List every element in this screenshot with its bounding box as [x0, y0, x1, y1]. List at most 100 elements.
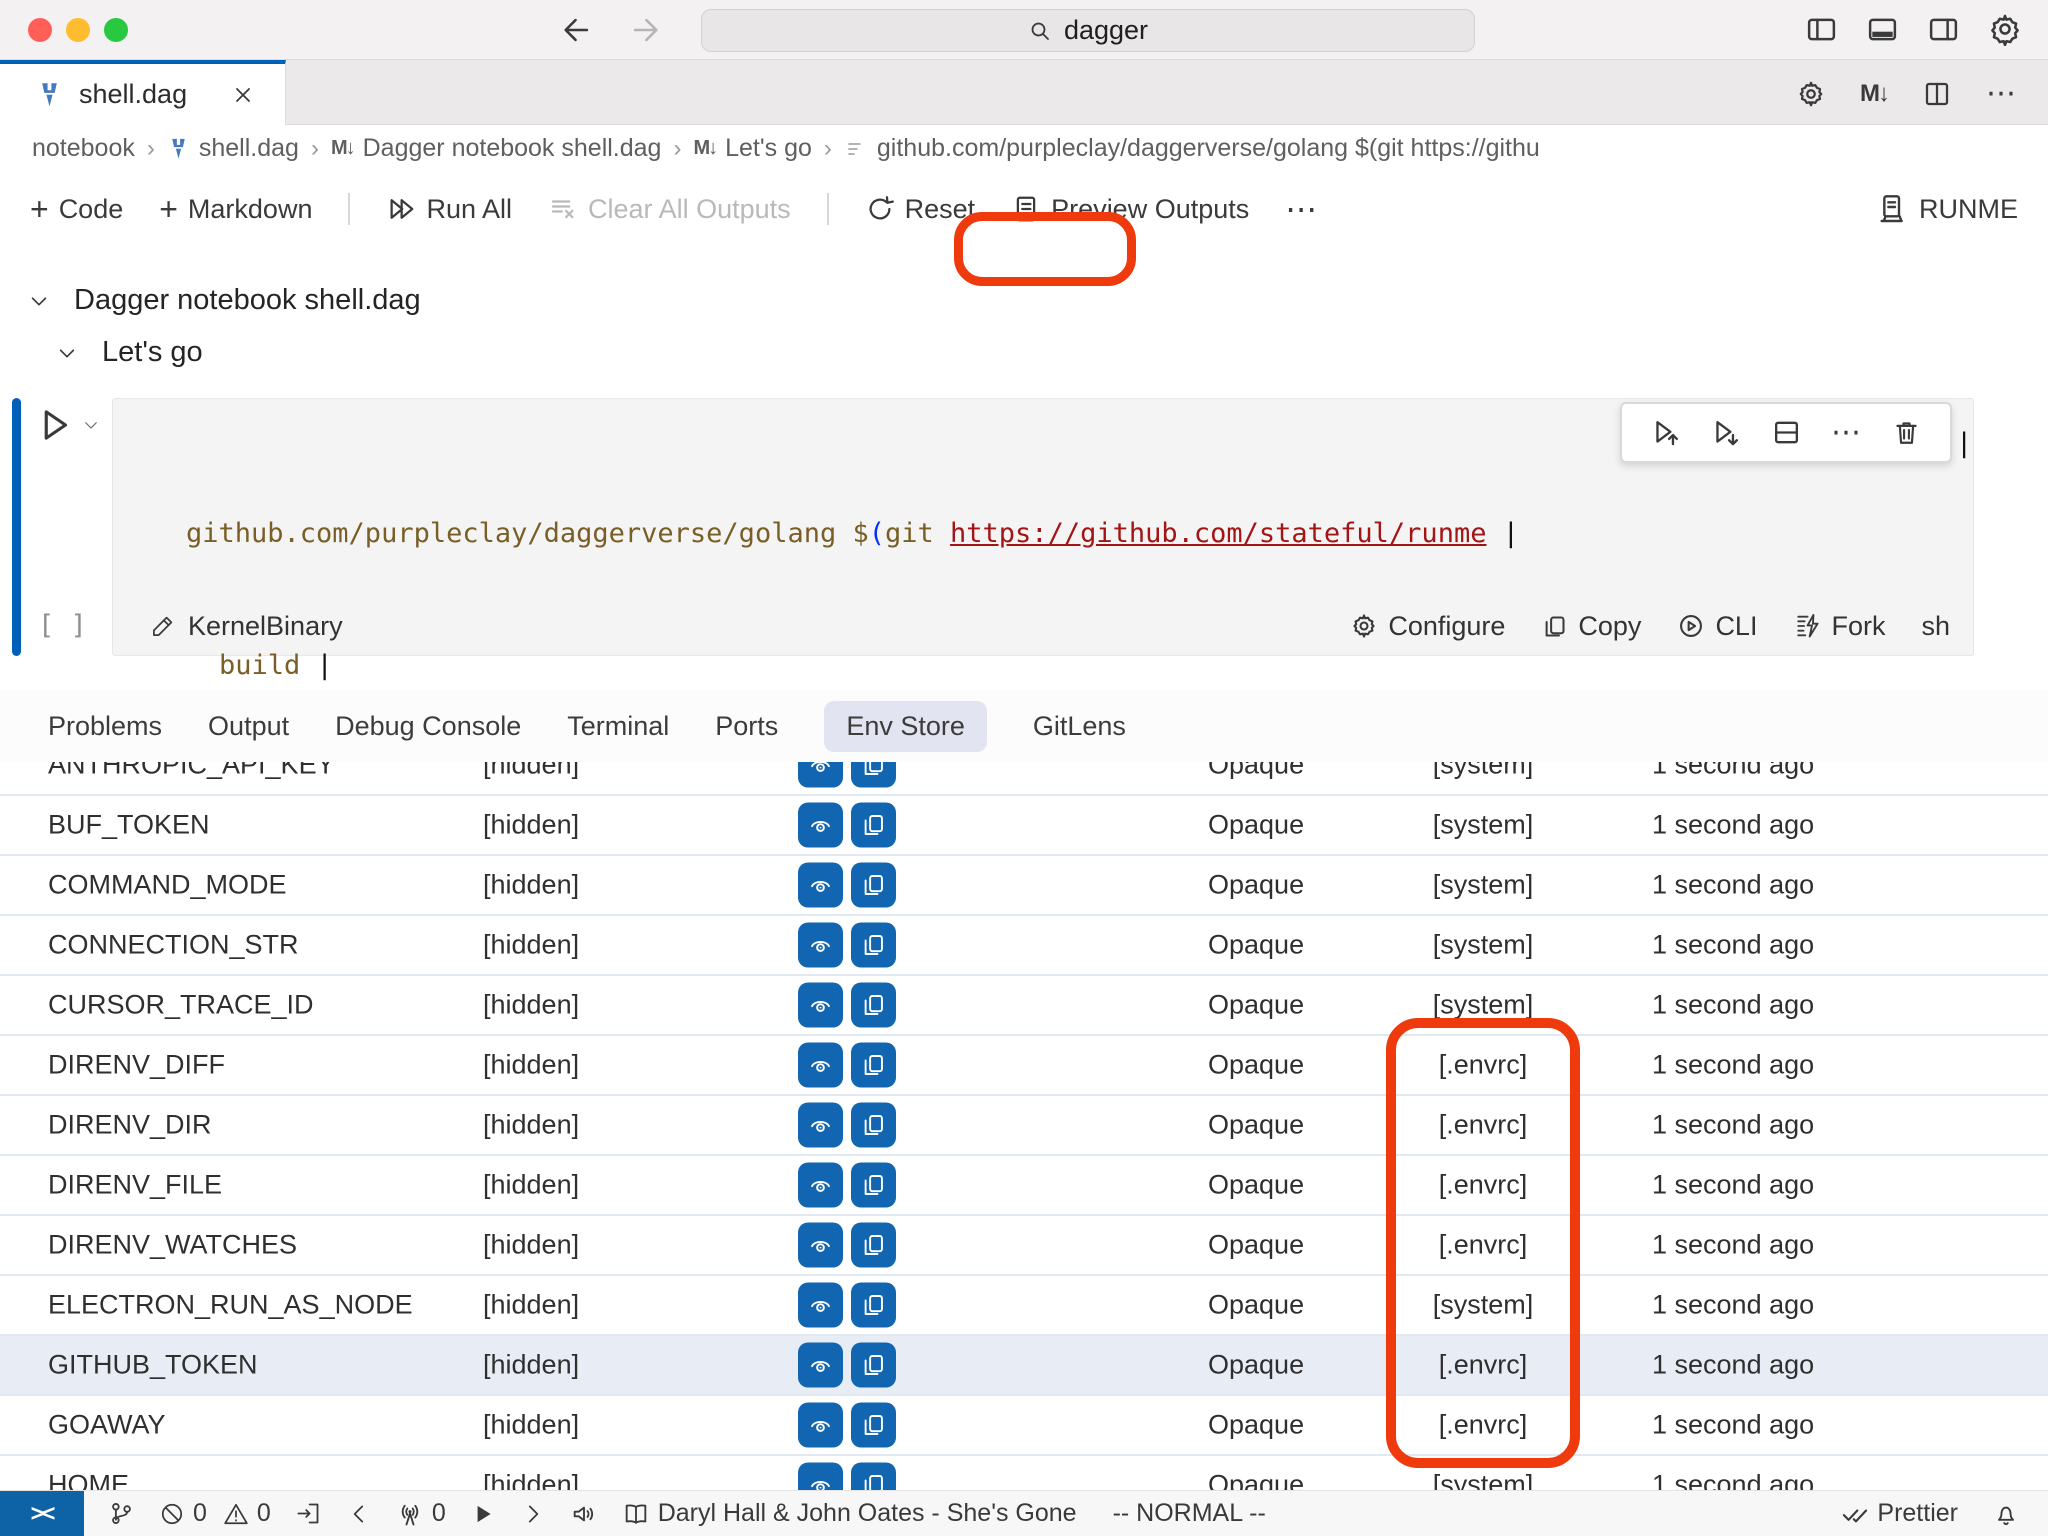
- volume-status-button[interactable]: [570, 1500, 598, 1528]
- toolbar-more-actions[interactable]: ⋯: [1285, 190, 1320, 228]
- configure-button[interactable]: Configure: [1350, 611, 1505, 642]
- copy-cell-button[interactable]: Copy: [1541, 611, 1641, 642]
- copy-value-button[interactable]: [851, 1403, 896, 1448]
- toggle-panel-icon[interactable]: [1866, 13, 1899, 46]
- reveal-value-button[interactable]: [798, 1343, 843, 1388]
- execute-above-icon[interactable]: [1651, 417, 1682, 448]
- zoom-window-button[interactable]: [104, 18, 128, 42]
- notifications-bell-icon[interactable]: [1992, 1500, 2020, 1528]
- problems-status[interactable]: 0 0: [159, 1499, 271, 1528]
- reveal-value-button[interactable]: [798, 762, 843, 788]
- breadcrumb-lets-go[interactable]: M↓ Let's go: [693, 134, 811, 163]
- copy-value-button[interactable]: [851, 1283, 896, 1328]
- add-markdown-cell-button[interactable]: +Markdown: [159, 193, 312, 225]
- notebook-subsection-heading[interactable]: Let's go: [56, 336, 203, 369]
- copy-value-button[interactable]: [851, 1343, 896, 1388]
- reveal-value-button[interactable]: [798, 983, 843, 1028]
- panel-tab-terminal[interactable]: Terminal: [567, 711, 669, 742]
- panel-tab-env-store[interactable]: Env Store: [824, 701, 987, 752]
- reveal-value-button[interactable]: [798, 803, 843, 848]
- copy-value-button[interactable]: [851, 863, 896, 908]
- command-center-search[interactable]: dagger: [701, 9, 1475, 52]
- more-actions-icon[interactable]: ⋯: [1986, 76, 2018, 111]
- reveal-value-button[interactable]: [798, 1043, 843, 1088]
- preview-outputs-button[interactable]: Preview Outputs: [1011, 194, 1249, 225]
- cell-language[interactable]: sh: [1921, 611, 1950, 642]
- table-row[interactable]: CONNECTION_STR [hidden] Opaque [system] …: [0, 916, 2048, 976]
- toggle-sidebar-left-icon[interactable]: [1805, 13, 1838, 46]
- tab-shell-dag[interactable]: shell.dag: [0, 60, 286, 125]
- copy-value-button[interactable]: [851, 1463, 896, 1491]
- markdown-export-icon[interactable]: M↓: [1860, 80, 1888, 108]
- copy-value-button[interactable]: [851, 1163, 896, 1208]
- run-options-chevron-icon[interactable]: [82, 416, 100, 434]
- reveal-value-button[interactable]: [798, 1163, 843, 1208]
- back-arrow-icon[interactable]: [560, 13, 594, 47]
- copy-value-button[interactable]: [851, 983, 896, 1028]
- breadcrumb-notebook[interactable]: notebook: [32, 134, 135, 163]
- copy-value-button[interactable]: [851, 1043, 896, 1088]
- source-control-graph-button[interactable]: [108, 1500, 135, 1527]
- table-row[interactable]: CURSOR_TRACE_ID [hidden] Opaque [system]…: [0, 976, 2048, 1036]
- close-window-button[interactable]: [28, 18, 52, 42]
- panel-tab-output[interactable]: Output: [208, 711, 289, 742]
- copy-value-button[interactable]: [851, 1103, 896, 1148]
- table-row[interactable]: DIRENV_WATCHES [hidden] Opaque [.envrc] …: [0, 1216, 2048, 1276]
- breadcrumb-code-cell[interactable]: github.com/purpleclay/daggerverse/golang…: [844, 134, 1540, 163]
- split-cell-icon[interactable]: [1771, 417, 1802, 448]
- reveal-value-button[interactable]: [798, 1403, 843, 1448]
- table-row[interactable]: DIRENV_FILE [hidden] Opaque [.envrc] 1 s…: [0, 1156, 2048, 1216]
- kernel-selector[interactable]: KernelBinary: [150, 611, 343, 642]
- table-row[interactable]: BUF_TOKEN [hidden] Opaque [system] 1 sec…: [0, 796, 2048, 856]
- add-code-cell-button[interactable]: +Code: [30, 193, 123, 225]
- cli-button[interactable]: CLI: [1677, 611, 1757, 642]
- panel-tab-gitlens[interactable]: GitLens: [1033, 711, 1126, 742]
- prettier-status[interactable]: Prettier: [1841, 1499, 1958, 1528]
- table-row[interactable]: ELECTRON_RUN_AS_NODE [hidden] Opaque [sy…: [0, 1276, 2048, 1336]
- minimize-window-button[interactable]: [66, 18, 90, 42]
- table-row[interactable]: GOAWAY [hidden] Opaque [.envrc] 1 second…: [0, 1396, 2048, 1456]
- navigate-forward-status-button[interactable]: [520, 1501, 546, 1527]
- copy-value-button[interactable]: [851, 1223, 896, 1268]
- toggle-sidebar-right-icon[interactable]: [1927, 13, 1960, 46]
- panel-toggle-status-button[interactable]: [295, 1500, 322, 1527]
- runme-button[interactable]: RUNME: [1875, 193, 2018, 225]
- table-row[interactable]: COMMAND_MODE [hidden] Opaque [system] 1 …: [0, 856, 2048, 916]
- copy-value-button[interactable]: [851, 762, 896, 788]
- settings-gear-icon[interactable]: [1988, 12, 2022, 46]
- execute-below-icon[interactable]: [1711, 417, 1742, 448]
- split-editor-icon[interactable]: [1922, 79, 1952, 109]
- reveal-value-button[interactable]: [798, 863, 843, 908]
- remote-indicator[interactable]: ><: [0, 1491, 84, 1536]
- panel-tab-ports[interactable]: Ports: [715, 711, 778, 742]
- panel-tab-debug-console[interactable]: Debug Console: [335, 711, 521, 742]
- table-row[interactable]: GITHUB_TOKEN [hidden] Opaque [.envrc] 1 …: [0, 1336, 2048, 1396]
- table-row[interactable]: DIRENV_DIFF [hidden] Opaque [.envrc] 1 s…: [0, 1036, 2048, 1096]
- reveal-value-button[interactable]: [798, 1463, 843, 1491]
- play-status-button[interactable]: [470, 1501, 496, 1527]
- reveal-value-button[interactable]: [798, 923, 843, 968]
- reveal-value-button[interactable]: [798, 1283, 843, 1328]
- run-cell-button[interactable]: [34, 404, 76, 446]
- fork-button[interactable]: Fork: [1793, 611, 1885, 642]
- now-playing-status[interactable]: Daryl Hall & John Oates - She's Gone: [622, 1499, 1077, 1528]
- notebook-settings-gear-icon[interactable]: [1796, 79, 1826, 109]
- breadcrumb-shell-dag[interactable]: shell.dag: [167, 134, 299, 163]
- cell-more-actions-icon[interactable]: ⋯: [1831, 415, 1863, 450]
- table-row[interactable]: DIRENV_DIR [hidden] Opaque [.envrc] 1 se…: [0, 1096, 2048, 1156]
- notebook-section-heading[interactable]: Dagger notebook shell.dag: [28, 284, 421, 317]
- clear-all-outputs-button[interactable]: Clear All Outputs: [548, 194, 791, 225]
- copy-value-button[interactable]: [851, 803, 896, 848]
- close-tab-icon[interactable]: [231, 83, 255, 107]
- reveal-value-button[interactable]: [798, 1223, 843, 1268]
- broadcast-status[interactable]: 0: [396, 1499, 446, 1528]
- code-link[interactable]: https://github.com/stateful/runme: [950, 518, 1486, 549]
- reset-button[interactable]: Reset: [865, 194, 976, 225]
- panel-tab-problems[interactable]: Problems: [48, 711, 162, 742]
- forward-arrow-icon[interactable]: [628, 13, 662, 47]
- delete-cell-trash-icon[interactable]: [1892, 418, 1921, 447]
- copy-value-button[interactable]: [851, 923, 896, 968]
- table-row[interactable]: HOME [hidden] Opaque [system] 1 second a…: [0, 1456, 2048, 1490]
- table-row[interactable]: ANTHROPIC_API_KEY [hidden] Opaque [syste…: [0, 762, 2048, 796]
- run-all-button[interactable]: Run All: [386, 194, 512, 225]
